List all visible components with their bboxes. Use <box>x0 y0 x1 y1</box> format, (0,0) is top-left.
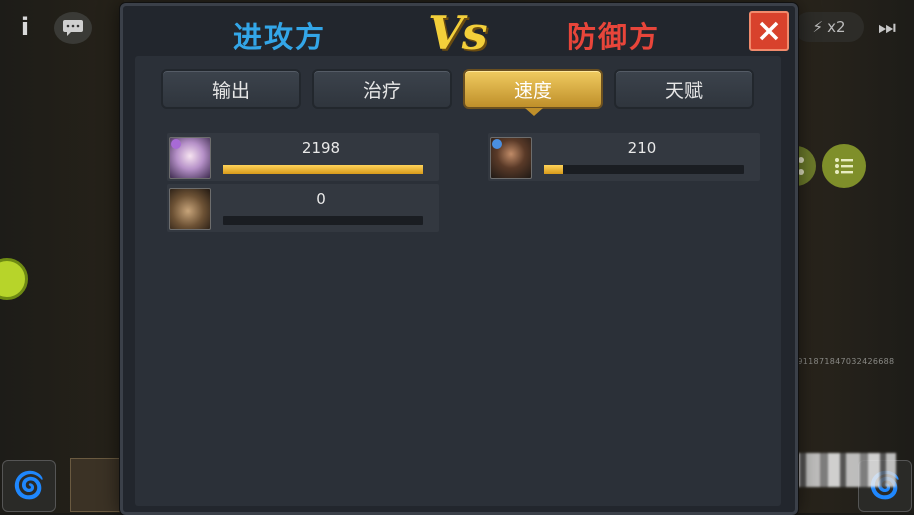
vs-logo: Vs <box>428 6 488 60</box>
speed-label: x2 <box>827 18 846 36</box>
attacker-1-value: 2198 <box>301 139 341 157</box>
attacker-2-bar-track <box>223 216 423 225</box>
battle-speed-button[interactable]: ⚡ x2 <box>794 12 864 42</box>
attacker-title: 进攻方 <box>233 20 327 54</box>
defender-1-bar-track <box>544 165 744 174</box>
attacker-row-2: 0 <box>167 184 439 232</box>
tab-healing[interactable]: 治疗 <box>312 69 452 109</box>
attacker-1-bar-track <box>223 165 423 174</box>
defender-1-bar-fill <box>544 165 564 174</box>
scene-left-edge <box>0 0 124 513</box>
battle-stats-dialog: 进攻方 Vs 防御方 输出 治疗 速度 天赋 2198 0 210 <box>120 3 798 515</box>
stat-tabs: 输出 治疗 速度 天赋 <box>161 69 754 116</box>
vortex-skill-icon[interactable]: 🌀 <box>2 460 56 512</box>
rank-badge-icon <box>492 139 502 149</box>
attacker-row-1: 2198 <box>167 133 439 181</box>
character-thumbnail[interactable] <box>70 458 122 512</box>
defender-title: 防御方 <box>567 20 661 54</box>
tab-output[interactable]: 输出 <box>161 69 301 109</box>
game-id-text: 5911871847032426688 <box>792 357 895 366</box>
defender-1-value: 210 <box>627 139 657 157</box>
mech-unit-avatar[interactable] <box>169 188 211 230</box>
close-button[interactable] <box>749 11 789 51</box>
close-icon <box>759 21 779 41</box>
scene-right-edge <box>790 0 914 513</box>
female-hero-avatar[interactable] <box>169 137 211 179</box>
stats-panel: 输出 治疗 速度 天赋 2198 0 210 <box>135 56 781 506</box>
chat-icon[interactable] <box>54 12 92 44</box>
menu-list-icon[interactable] <box>822 144 866 188</box>
tab-speed[interactable]: 速度 <box>463 69 603 116</box>
warrior-woman-avatar[interactable] <box>490 137 532 179</box>
defender-row-1: 210 <box>488 133 760 181</box>
attacker-1-bar-fill <box>223 165 423 174</box>
rank-badge-icon <box>171 139 181 149</box>
lightning-icon: ⚡ <box>812 18 824 36</box>
tab-talent[interactable]: 天赋 <box>614 69 754 109</box>
dialog-header: 进攻方 Vs 防御方 <box>123 6 795 60</box>
attacker-2-value: 0 <box>316 190 326 208</box>
skip-icon[interactable]: ⏭ <box>872 12 902 42</box>
info-icon[interactable]: i <box>10 10 40 44</box>
